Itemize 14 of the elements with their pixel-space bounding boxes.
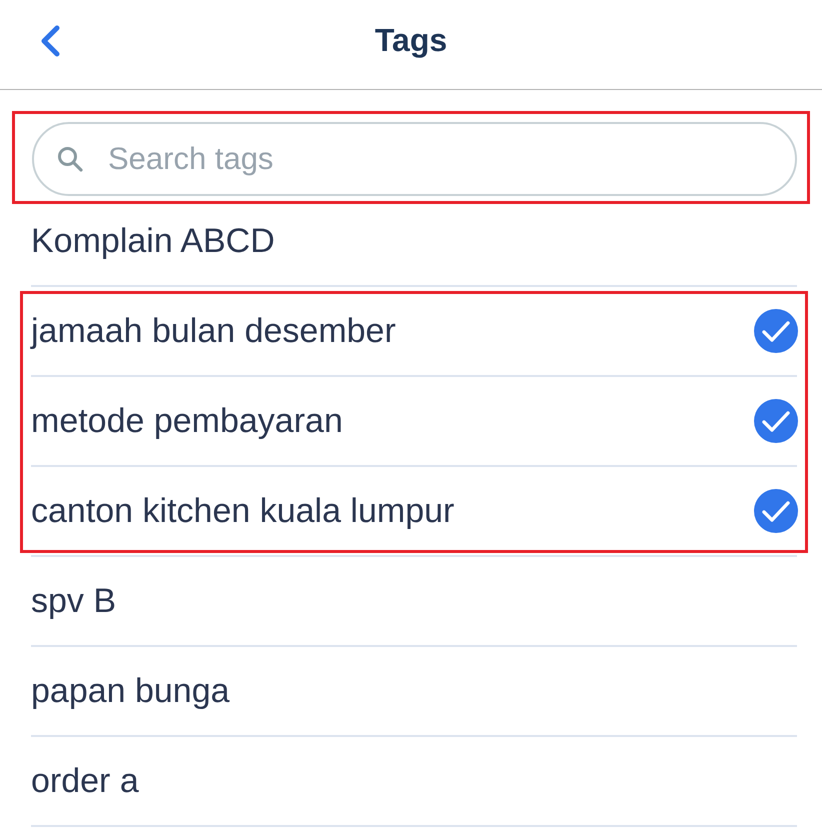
- tag-item[interactable]: papan bunga: [31, 647, 797, 737]
- checkmark-icon: [754, 309, 798, 353]
- search-field[interactable]: Search tags: [32, 122, 797, 196]
- tag-item[interactable]: jamaah bulan desember: [31, 287, 797, 377]
- tag-item[interactable]: spv B: [31, 557, 797, 647]
- tag-item[interactable]: order a: [31, 737, 797, 827]
- tag-item[interactable]: metode pembayaran: [31, 377, 797, 467]
- chevron-left-icon: [39, 24, 61, 56]
- search-icon: [57, 146, 83, 172]
- page-title: Tags: [374, 22, 448, 59]
- checkmark-icon: [754, 489, 798, 533]
- tag-item[interactable]: canton kitchen kuala lumpur: [31, 467, 797, 557]
- checkmark-icon: [754, 399, 798, 443]
- tag-item[interactable]: Komplain ABCD: [31, 197, 797, 287]
